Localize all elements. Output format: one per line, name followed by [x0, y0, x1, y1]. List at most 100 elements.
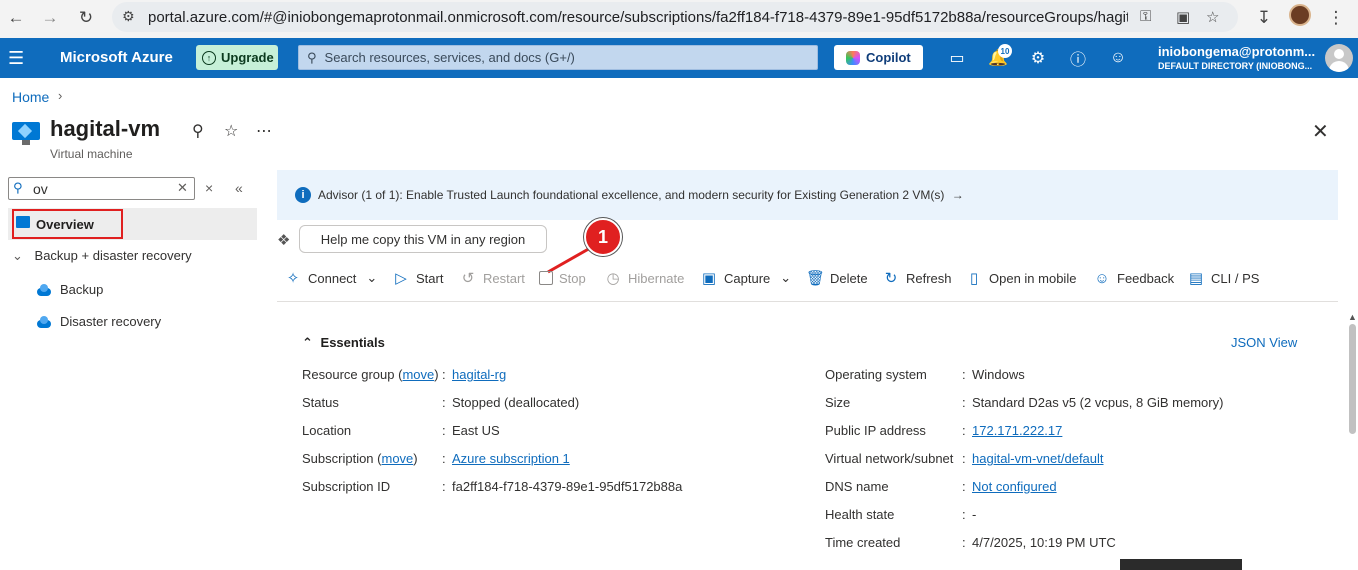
forward-icon[interactable]: →	[36, 4, 64, 32]
location-value: East US	[452, 423, 500, 438]
dns-link[interactable]: Not configured	[972, 479, 1057, 494]
time-created-value: 4/7/2025, 10:19 PM UTC	[972, 535, 1116, 550]
sidebar-item-overview[interactable]: Overview	[8, 208, 257, 240]
cloud-shell-icon[interactable]: ▭	[946, 48, 968, 68]
notification-count-badge: 10	[998, 44, 1012, 58]
hibernate-button[interactable]: ◷ Hibernate	[604, 268, 684, 288]
recovery-cloud-icon	[36, 316, 52, 328]
global-search-input[interactable]: ⚲ Search resources, services, and docs (…	[298, 45, 818, 70]
connect-plug-icon: ✧	[286, 270, 300, 287]
subscription-label: Subscription (move)	[302, 451, 418, 466]
more-options-icon[interactable]: ⋯	[256, 121, 272, 141]
clear-icon[interactable]: ✕	[177, 180, 188, 196]
terminal-icon: ▤	[1188, 270, 1204, 287]
vnet-label: Virtual network/subnet	[825, 451, 954, 466]
advisor-banner[interactable]: i Advisor (1 of 1): Enable Trusted Launc…	[277, 170, 1338, 220]
search-placeholder: Search resources, services, and docs (G+…	[324, 50, 575, 65]
health-value: -	[972, 507, 977, 522]
portal-menu-icon[interactable]: ☰	[8, 48, 24, 69]
virtual-machine-icon	[16, 216, 30, 228]
size-value: Standard D2as v5 (2 vcpus, 8 GiB memory)	[972, 395, 1224, 410]
feedback-button[interactable]: ☺ Feedback	[1093, 268, 1174, 288]
colon: :	[962, 507, 966, 522]
capture-label: Capture	[724, 270, 771, 286]
capture-button[interactable]: ▣ Capture ⌄	[700, 268, 791, 288]
azure-brand[interactable]: Microsoft Azure	[60, 49, 173, 66]
browser-profile-avatar[interactable]	[1289, 4, 1311, 26]
colon: :	[962, 451, 966, 466]
json-view-link[interactable]: JSON View	[1231, 335, 1297, 350]
start-button[interactable]: ▷ Start	[392, 268, 443, 288]
move-link[interactable]: move	[382, 451, 414, 466]
filter-value: ov	[33, 181, 48, 197]
upgrade-button[interactable]: ↑ Upgrade	[196, 45, 278, 70]
feedback-person-icon[interactable]: ☺	[1107, 48, 1129, 68]
connect-label: Connect	[308, 270, 357, 286]
key-icon[interactable]: ⚿	[1140, 8, 1151, 25]
help-icon[interactable]: ⓘ	[1067, 48, 1089, 69]
copilot-suggestion-icon: ❖	[277, 232, 291, 249]
bookmark-star-icon[interactable]: ☆	[1206, 8, 1219, 26]
backup-cloud-icon	[36, 284, 52, 296]
subscription-link[interactable]: Azure subscription 1	[452, 451, 570, 466]
delete-button[interactable]: 🗑 Delete	[806, 268, 868, 288]
user-avatar[interactable]	[1325, 44, 1353, 72]
copilot-suggestion-button[interactable]: Help me copy this VM in any region	[299, 225, 547, 253]
stop-button[interactable]: Stop	[539, 268, 586, 288]
copilot-icon	[846, 50, 860, 65]
page-title: hagital-vm	[50, 116, 161, 141]
location-label: Location	[302, 423, 352, 438]
open-in-mobile-button[interactable]: ▯ Open in mobile	[965, 268, 1077, 288]
capture-icon: ▣	[701, 270, 717, 287]
advisor-text: Advisor (1 of 1): Enable Trusted Launch …	[318, 188, 945, 202]
colon: :	[442, 367, 446, 382]
address-bar[interactable]: ⚙ portal.azure.com/#@iniobongemaprotonma…	[112, 2, 1238, 32]
download-icon[interactable]: ↧	[1250, 4, 1278, 32]
content-scrollbar[interactable]: ▲	[1346, 312, 1358, 570]
vnet-link[interactable]: hagital-vm-vnet/default	[972, 451, 1104, 466]
sidebar-group-label: Backup + disaster recovery	[34, 248, 192, 263]
collapse-sidebar-icon[interactable]: «	[235, 180, 243, 196]
reload-icon[interactable]: ↻	[72, 4, 100, 32]
copilot-button[interactable]: Copilot	[834, 45, 923, 70]
site-info-icon[interactable]: ⚙	[122, 8, 135, 25]
cli-ps-button[interactable]: ▤ CLI / PS	[1187, 268, 1260, 288]
size-label: Size	[825, 395, 851, 410]
settings-gear-icon[interactable]: ⚙	[1027, 48, 1049, 68]
install-app-icon[interactable]: ▣	[1176, 8, 1190, 26]
chevron-down-icon: ⌄	[780, 270, 792, 285]
favorite-star-icon[interactable]: ☆	[224, 121, 238, 141]
expand-all-icon[interactable]: ×	[205, 180, 213, 196]
back-icon[interactable]: ←	[2, 4, 30, 32]
chevron-right-icon: ›	[58, 88, 63, 103]
colon: :	[962, 395, 966, 410]
connect-button[interactable]: ✧ Connect ⌄	[284, 268, 378, 288]
browser-menu-icon[interactable]: ⋮	[1322, 4, 1350, 32]
essentials-toggle[interactable]: ⌃ Essentials	[302, 335, 385, 351]
sidebar-item-disaster-recovery[interactable]: Disaster recovery	[36, 314, 161, 329]
status-value: Stopped (deallocated)	[452, 395, 580, 410]
sidebar-group-backup[interactable]: ⌄ Backup + disaster recovery	[12, 248, 192, 264]
hibernate-label: Hibernate	[628, 270, 685, 286]
colon: :	[442, 479, 446, 494]
refresh-button[interactable]: ↻ Refresh	[882, 268, 952, 288]
restart-label: Restart	[483, 270, 525, 286]
stop-square-icon	[539, 271, 553, 285]
sidebar-search-input[interactable]: ⚲ ov ✕	[8, 177, 195, 200]
scroll-thumb[interactable]	[1349, 324, 1356, 434]
start-label: Start	[416, 270, 444, 286]
step-callout-badge: 1	[584, 218, 622, 256]
account-menu[interactable]: iniobongema@protonm... DEFAULT DIRECTORY…	[1158, 44, 1324, 71]
restart-button[interactable]: ↺ Restart	[459, 268, 525, 288]
public-ip-link[interactable]: 172.171.222.17	[972, 423, 1062, 438]
pin-icon[interactable]: ⚲	[192, 121, 204, 141]
close-icon[interactable]: ✕	[1312, 119, 1329, 144]
scroll-up-arrow-icon[interactable]: ▲	[1348, 312, 1357, 322]
url-text[interactable]: portal.azure.com/#@iniobongemaprotonmail…	[148, 9, 1128, 26]
resource-group-link[interactable]: hagital-rg	[452, 367, 506, 382]
clock-icon: ◷	[606, 270, 620, 287]
sidebar-item-backup[interactable]: Backup	[36, 282, 103, 297]
move-link[interactable]: move	[402, 367, 434, 382]
sidebar-item-label: Overview	[36, 217, 94, 232]
breadcrumb-home[interactable]: Home	[12, 89, 49, 105]
